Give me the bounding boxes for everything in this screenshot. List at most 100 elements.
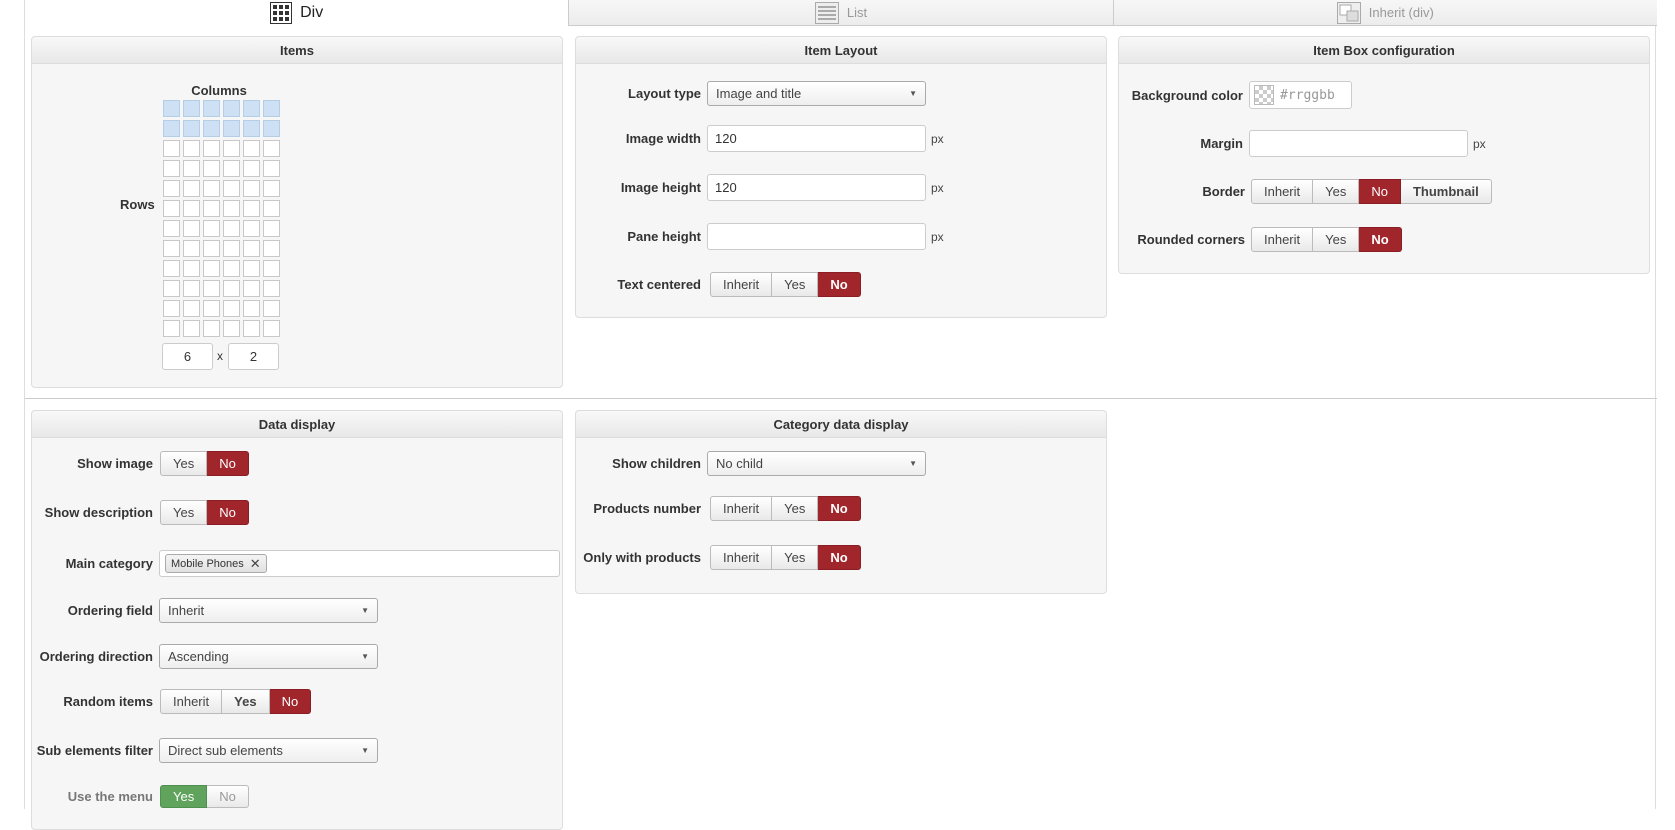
grid-cell[interactable]	[183, 320, 200, 337]
grid-cell[interactable]	[163, 180, 180, 197]
grid-cell[interactable]	[263, 180, 280, 197]
main-category-input[interactable]: Mobile Phones ✕	[159, 550, 560, 577]
grid-selector[interactable]	[163, 100, 280, 337]
no-button[interactable]: No	[818, 496, 861, 521]
grid-cell[interactable]	[263, 200, 280, 217]
yes-button[interactable]: Yes	[1313, 227, 1360, 252]
no-button[interactable]: No	[1359, 227, 1402, 252]
grid-cell[interactable]	[183, 180, 200, 197]
grid-cell[interactable]	[243, 140, 260, 157]
grid-cell[interactable]	[183, 300, 200, 317]
show-children-select[interactable]: No child ▼	[707, 451, 926, 476]
yes-button[interactable]: Yes	[1313, 179, 1360, 204]
bg-color-input[interactable]: #rrggbb	[1249, 81, 1352, 109]
grid-cell[interactable]	[243, 280, 260, 297]
thumbnail-button[interactable]: Thumbnail	[1400, 179, 1492, 204]
grid-cell[interactable]	[223, 240, 240, 257]
inherit-button[interactable]: Inherit	[710, 496, 773, 521]
grid-cell[interactable]	[183, 280, 200, 297]
grid-cell[interactable]	[263, 300, 280, 317]
grid-cell[interactable]	[243, 220, 260, 237]
image-height-input[interactable]: 120	[707, 174, 926, 201]
yes-button[interactable]: Yes	[772, 496, 819, 521]
grid-cell[interactable]	[163, 320, 180, 337]
grid-cell[interactable]	[163, 280, 180, 297]
grid-cell[interactable]	[243, 100, 260, 117]
grid-cell[interactable]	[223, 200, 240, 217]
grid-cell[interactable]	[203, 280, 220, 297]
grid-cell[interactable]	[243, 320, 260, 337]
grid-cell[interactable]	[243, 300, 260, 317]
grid-cell[interactable]	[263, 120, 280, 137]
yes-button[interactable]: Yes	[160, 785, 208, 808]
no-button[interactable]: No	[207, 500, 249, 525]
pane-height-input[interactable]	[707, 223, 926, 250]
grid-cell[interactable]	[223, 320, 240, 337]
grid-cell[interactable]	[183, 160, 200, 177]
yes-button[interactable]: Yes	[160, 500, 208, 525]
grid-cell[interactable]	[263, 220, 280, 237]
grid-cell[interactable]	[163, 140, 180, 157]
yes-button[interactable]: Yes	[160, 451, 208, 476]
no-button[interactable]: No	[818, 545, 861, 570]
grid-cell[interactable]	[263, 140, 280, 157]
grid-cell[interactable]	[243, 180, 260, 197]
grid-cell[interactable]	[163, 220, 180, 237]
grid-cell[interactable]	[263, 100, 280, 117]
grid-cell[interactable]	[183, 100, 200, 117]
grid-cell[interactable]	[223, 260, 240, 277]
grid-cell[interactable]	[223, 120, 240, 137]
grid-cell[interactable]	[243, 160, 260, 177]
grid-cell[interactable]	[243, 240, 260, 257]
grid-cell[interactable]	[163, 240, 180, 257]
image-width-input[interactable]: 120	[707, 125, 926, 152]
tab-list[interactable]: List	[568, 0, 1113, 26]
inherit-button[interactable]: Inherit	[710, 272, 773, 297]
grid-cell[interactable]	[223, 180, 240, 197]
grid-cell[interactable]	[203, 200, 220, 217]
tab-inherit[interactable]: Inherit (div)	[1112, 0, 1657, 26]
grid-cell[interactable]	[183, 220, 200, 237]
yes-button[interactable]: Yes	[772, 272, 819, 297]
grid-cell[interactable]	[203, 100, 220, 117]
inherit-button[interactable]: Inherit	[710, 545, 773, 570]
columns-input[interactable]: 6	[162, 343, 213, 370]
tab-div[interactable]: Div	[25, 0, 569, 26]
no-button[interactable]: No	[207, 451, 249, 476]
yes-button[interactable]: Yes	[772, 545, 819, 570]
grid-cell[interactable]	[263, 280, 280, 297]
yes-button[interactable]: Yes	[222, 689, 270, 714]
grid-cell[interactable]	[163, 200, 180, 217]
grid-cell[interactable]	[223, 220, 240, 237]
grid-cell[interactable]	[163, 100, 180, 117]
grid-cell[interactable]	[203, 140, 220, 157]
grid-cell[interactable]	[163, 120, 180, 137]
grid-cell[interactable]	[183, 260, 200, 277]
grid-cell[interactable]	[203, 160, 220, 177]
rows-input[interactable]: 2	[228, 343, 279, 370]
grid-cell[interactable]	[223, 140, 240, 157]
grid-cell[interactable]	[243, 200, 260, 217]
margin-input[interactable]	[1249, 130, 1468, 157]
no-button[interactable]: No	[1359, 179, 1401, 204]
grid-cell[interactable]	[263, 260, 280, 277]
no-button[interactable]: No	[207, 785, 249, 808]
grid-cell[interactable]	[263, 240, 280, 257]
sub-elements-filter-select[interactable]: Direct sub elements ▼	[159, 738, 378, 763]
ordering-field-select[interactable]: Inherit ▼	[159, 598, 378, 623]
close-icon[interactable]: ✕	[250, 556, 261, 572]
grid-cell[interactable]	[163, 260, 180, 277]
grid-cell[interactable]	[183, 200, 200, 217]
grid-cell[interactable]	[183, 120, 200, 137]
grid-cell[interactable]	[183, 240, 200, 257]
ordering-direction-select[interactable]: Ascending ▼	[159, 644, 378, 669]
no-button[interactable]: No	[818, 272, 861, 297]
grid-cell[interactable]	[223, 280, 240, 297]
grid-cell[interactable]	[243, 260, 260, 277]
grid-cell[interactable]	[263, 320, 280, 337]
grid-cell[interactable]	[203, 260, 220, 277]
layout-type-select[interactable]: Image and title ▼	[707, 81, 926, 106]
grid-cell[interactable]	[203, 240, 220, 257]
inherit-button[interactable]: Inherit	[1251, 227, 1314, 252]
grid-cell[interactable]	[183, 140, 200, 157]
